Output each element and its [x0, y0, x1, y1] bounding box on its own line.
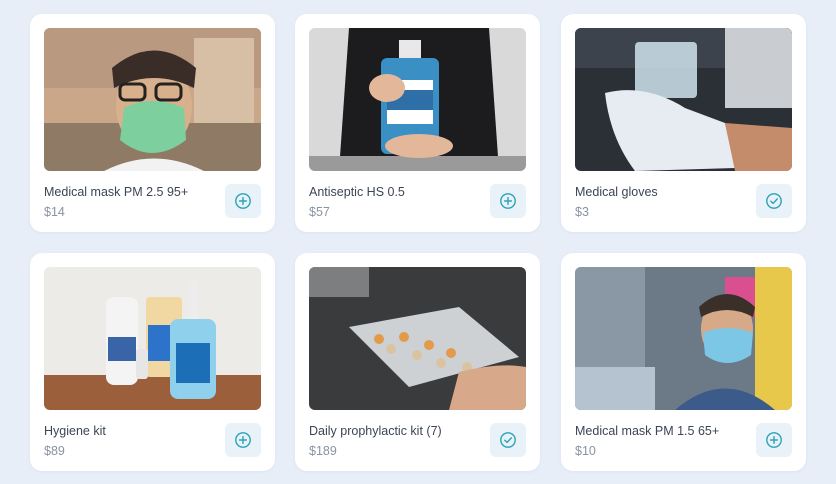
product-card[interactable]: Medical mask PM 2.5 95+ $14 — [30, 14, 275, 232]
check-circle-icon — [500, 432, 516, 448]
product-grid: Medical mask PM 2.5 95+ $14 Antiseptic H… — [0, 0, 836, 484]
product-image — [309, 267, 526, 410]
product-card[interactable]: Medical mask PM 1.5 65+ $10 — [561, 253, 806, 471]
plus-circle-icon — [235, 193, 251, 209]
product-name: Medical mask PM 1.5 65+ — [575, 424, 720, 438]
product-card[interactable]: Hygiene kit $89 — [30, 253, 275, 471]
product-price: $3 — [575, 205, 589, 219]
product-price: $10 — [575, 444, 596, 458]
product-price: $189 — [309, 444, 337, 458]
product-name: Medical mask PM 2.5 95+ — [44, 185, 189, 199]
product-image — [575, 267, 792, 410]
product-price: $14 — [44, 205, 65, 219]
product-name: Antiseptic HS 0.5 — [309, 185, 405, 199]
added-to-cart-button[interactable] — [756, 184, 792, 218]
product-image — [44, 28, 261, 171]
product-name: Daily prophylactic kit (7) — [309, 424, 442, 438]
product-price: $89 — [44, 444, 65, 458]
added-to-cart-button[interactable] — [490, 423, 526, 457]
product-image — [44, 267, 261, 410]
product-image — [309, 28, 526, 171]
product-card[interactable]: Medical gloves $3 — [561, 14, 806, 232]
plus-circle-icon — [766, 432, 782, 448]
plus-circle-icon — [500, 193, 516, 209]
plus-circle-icon — [235, 432, 251, 448]
product-card[interactable]: Antiseptic HS 0.5 $57 — [295, 14, 540, 232]
add-to-cart-button[interactable] — [225, 423, 261, 457]
check-circle-icon — [766, 193, 782, 209]
product-card[interactable]: Daily prophylactic kit (7) $189 — [295, 253, 540, 471]
product-name: Medical gloves — [575, 185, 658, 199]
add-to-cart-button[interactable] — [490, 184, 526, 218]
add-to-cart-button[interactable] — [225, 184, 261, 218]
product-price: $57 — [309, 205, 330, 219]
product-image — [575, 28, 792, 171]
add-to-cart-button[interactable] — [756, 423, 792, 457]
product-name: Hygiene kit — [44, 424, 106, 438]
